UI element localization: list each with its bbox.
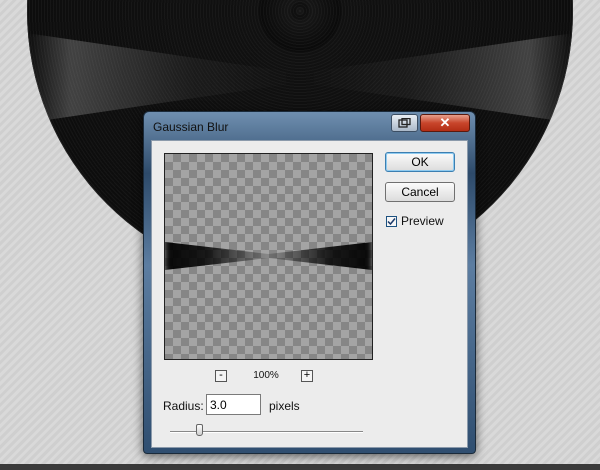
preview-label: Preview — [401, 214, 444, 228]
record-glare — [27, 33, 573, 123]
zoom-level: 100% — [253, 370, 279, 381]
dialog-client-area: - 100% + OK Cancel Preview Radius: pixel… — [151, 140, 468, 448]
gaussian-blur-dialog: Gaussian Blur ✕ - 100% + OK Cancel Previ… — [143, 111, 476, 454]
preview-toggle[interactable]: Preview — [386, 213, 444, 229]
blur-preview-canvas[interactable] — [164, 153, 373, 360]
blur-preview-content — [165, 242, 372, 270]
radius-label: Radius: — [163, 399, 204, 413]
radius-input[interactable] — [206, 394, 261, 415]
close-icon: ✕ — [439, 115, 451, 130]
zoom-controls: - 100% + — [215, 369, 323, 385]
radius-slider-thumb[interactable] — [196, 424, 203, 436]
restore-button[interactable] — [391, 114, 418, 132]
dialog-title: Gaussian Blur — [153, 120, 229, 134]
cancel-button[interactable]: Cancel — [385, 182, 455, 202]
ok-button[interactable]: OK — [385, 152, 455, 172]
radius-units: pixels — [269, 399, 300, 413]
restore-icon — [398, 117, 411, 128]
close-button[interactable]: ✕ — [420, 114, 470, 132]
zoom-in-button[interactable]: + — [301, 370, 313, 382]
dialog-titlebar[interactable]: Gaussian Blur ✕ — [144, 112, 475, 140]
zoom-out-button[interactable]: - — [215, 370, 227, 382]
preview-checkbox[interactable] — [386, 215, 397, 227]
checkmark-icon — [387, 217, 396, 225]
bottom-strip — [0, 464, 600, 470]
